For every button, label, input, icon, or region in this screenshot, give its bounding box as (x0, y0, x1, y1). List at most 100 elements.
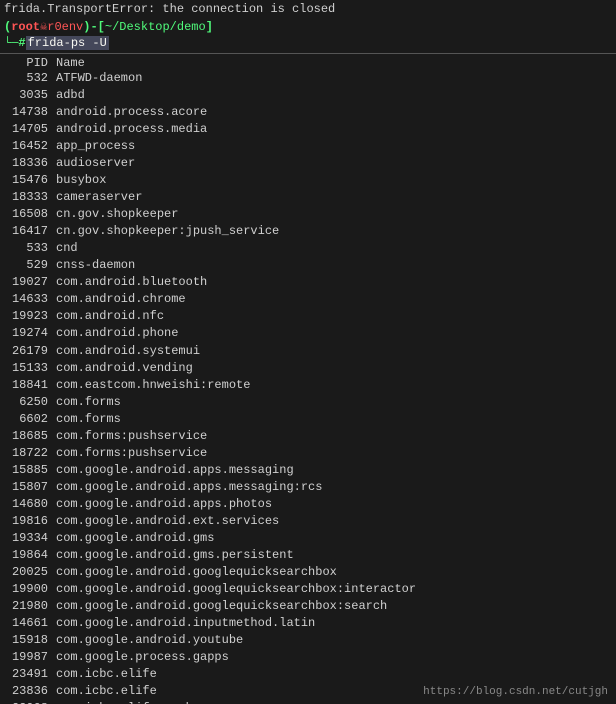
name-cell: app_process (56, 138, 612, 155)
header-pid: PID (4, 56, 56, 70)
name-cell: com.icbc.elife:push (56, 700, 612, 704)
name-cell: com.google.android.youtube (56, 632, 612, 649)
table-row: 532ATFWD-daemon (4, 70, 612, 87)
prompt-path-close: ] (206, 20, 213, 34)
table-row: 16452app_process (4, 138, 612, 155)
pid-cell: 6250 (4, 394, 56, 411)
name-cell: android.process.acore (56, 104, 612, 121)
pid-cell: 26179 (4, 343, 56, 360)
table-row: 14633com.android.chrome (4, 291, 612, 308)
prompt-bracket-close: )-[ (83, 20, 105, 34)
pid-cell: 19923 (4, 308, 56, 325)
table-row: 16417cn.gov.shopkeeper:jpush_service (4, 223, 612, 240)
table-row: 14680com.google.android.apps.photos (4, 496, 612, 513)
table-row: 20025com.google.android.googlequicksearc… (4, 564, 612, 581)
name-cell: com.android.vending (56, 360, 612, 377)
table-row: 18333cameraserver (4, 189, 612, 206)
error-text: frida.TransportError: the connection is … (4, 2, 335, 16)
table-row: 18722com.forms:pushservice (4, 445, 612, 462)
pid-cell: 19334 (4, 530, 56, 547)
name-cell: com.google.android.gms (56, 530, 612, 547)
name-cell: cn.gov.shopkeeper:jpush_service (56, 223, 612, 240)
name-cell: com.google.android.googlequicksearchbox:… (56, 581, 612, 598)
pid-cell: 14680 (4, 496, 56, 513)
name-cell: com.google.process.gapps (56, 649, 612, 666)
pid-cell: 15476 (4, 172, 56, 189)
name-cell: android.process.media (56, 121, 612, 138)
pid-cell: 18841 (4, 377, 56, 394)
pid-cell: 19274 (4, 325, 56, 342)
table-row: 15476busybox (4, 172, 612, 189)
pid-cell: 14705 (4, 121, 56, 138)
prompt-path: ~/Desktop/demo (105, 20, 206, 34)
name-cell: ATFWD-daemon (56, 70, 612, 87)
table-row: 18841com.eastcom.hnweishi:remote (4, 377, 612, 394)
pid-cell: 3035 (4, 87, 56, 104)
prompt-line: (root☠r0env)-[~/Desktop/demo] (0, 18, 616, 35)
pid-cell: 18685 (4, 428, 56, 445)
name-cell: com.android.systemui (56, 343, 612, 360)
error-line: frida.TransportError: the connection is … (0, 0, 616, 18)
table-row: 14705android.process.media (4, 121, 612, 138)
pid-cell: 16452 (4, 138, 56, 155)
table-row: 19923com.android.nfc (4, 308, 612, 325)
pid-cell: 23491 (4, 666, 56, 683)
name-cell: cn.gov.shopkeeper (56, 206, 612, 223)
pid-cell: 532 (4, 70, 56, 87)
pid-cell: 6602 (4, 411, 56, 428)
prompt-bracket-open: ( (4, 20, 11, 34)
header-name: Name (56, 56, 612, 70)
name-cell: cameraserver (56, 189, 612, 206)
name-cell: com.android.chrome (56, 291, 612, 308)
pid-cell: 19900 (4, 581, 56, 598)
table-row: 533cnd (4, 240, 612, 257)
name-cell: adbd (56, 87, 612, 104)
table-row: 26179com.android.systemui (4, 343, 612, 360)
table-row: 19816com.google.android.ext.services (4, 513, 612, 530)
pid-cell: 19027 (4, 274, 56, 291)
terminal-window: frida.TransportError: the connection is … (0, 0, 616, 704)
name-cell: audioserver (56, 155, 612, 172)
name-cell: cnss-daemon (56, 257, 612, 274)
pid-cell: 15807 (4, 479, 56, 496)
table-row: 14661com.google.android.inputmethod.lati… (4, 615, 612, 632)
pid-cell: 18336 (4, 155, 56, 172)
pid-cell: 20025 (4, 564, 56, 581)
name-cell: com.forms (56, 411, 612, 428)
pid-cell: 533 (4, 240, 56, 257)
table-row: 6250com.forms (4, 394, 612, 411)
name-cell: com.forms:pushservice (56, 428, 612, 445)
prompt-r0env: r0env (47, 20, 83, 34)
pid-cell: 19987 (4, 649, 56, 666)
pid-cell: 21980 (4, 598, 56, 615)
name-cell: com.android.phone (56, 325, 612, 342)
name-cell: com.google.android.apps.photos (56, 496, 612, 513)
name-cell: com.google.android.googlequicksearchbox (56, 564, 612, 581)
name-cell: com.android.bluetooth (56, 274, 612, 291)
pid-cell: 23908 (4, 700, 56, 704)
pid-cell: 15133 (4, 360, 56, 377)
table-row: 19864com.google.android.gms.persistent (4, 547, 612, 564)
pid-cell: 18333 (4, 189, 56, 206)
prompt-symbol: └─# (4, 36, 26, 50)
prompt-skull: ☠ (40, 19, 47, 34)
table-row: 14738android.process.acore (4, 104, 612, 121)
table-row: 19274com.android.phone (4, 325, 612, 342)
name-cell: com.google.android.gms.persistent (56, 547, 612, 564)
table-row: 16508cn.gov.shopkeeper (4, 206, 612, 223)
table-row: 6602com.forms (4, 411, 612, 428)
pid-cell: 14661 (4, 615, 56, 632)
name-cell: com.icbc.elife (56, 666, 612, 683)
table-row: 18336audioserver (4, 155, 612, 172)
table-row: 19987com.google.process.gapps (4, 649, 612, 666)
pid-cell: 19864 (4, 547, 56, 564)
table-row: 529cnss-daemon (4, 257, 612, 274)
pid-cell: 14633 (4, 291, 56, 308)
name-cell: com.forms:pushservice (56, 445, 612, 462)
table-row: 15918com.google.android.youtube (4, 632, 612, 649)
pid-cell: 18722 (4, 445, 56, 462)
table-row: 19900com.google.android.googlequicksearc… (4, 581, 612, 598)
pid-cell: 16417 (4, 223, 56, 240)
table-row: 18685com.forms:pushservice (4, 428, 612, 445)
table-row: 23908com.icbc.elife:push (4, 700, 612, 704)
